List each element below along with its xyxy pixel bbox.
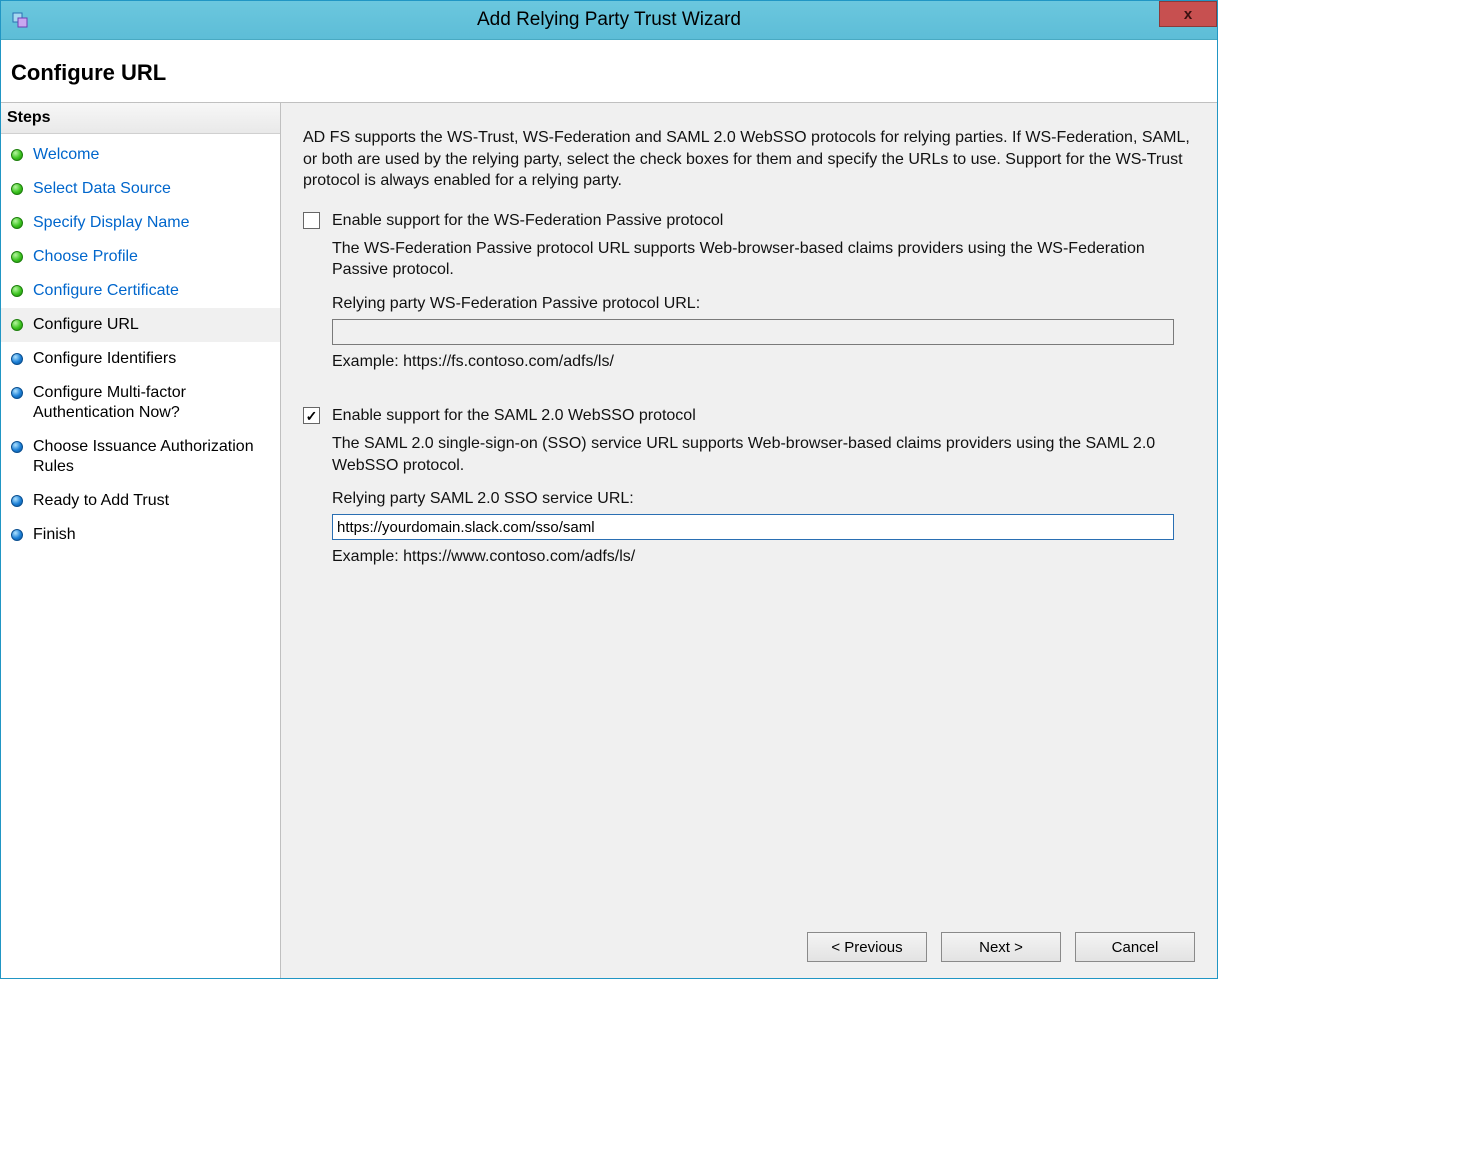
wsfed-checkbox[interactable] <box>303 212 320 229</box>
steps-header: Steps <box>1 103 280 134</box>
wizard-buttons: < Previous Next > Cancel <box>303 922 1195 962</box>
wsfed-section: Enable support for the WS-Federation Pas… <box>303 212 1195 371</box>
step-configure-certificate[interactable]: Configure Certificate <box>1 274 280 308</box>
step-specify-display-name[interactable]: Specify Display Name <box>1 206 280 240</box>
step-label: Welcome <box>33 145 99 165</box>
step-bullet-icon <box>11 183 23 195</box>
wizard-body: Steps Welcome Select Data Source Specify… <box>1 103 1217 978</box>
wsfed-url-label: Relying party WS-Federation Passive prot… <box>332 295 1195 313</box>
app-icon <box>11 11 29 29</box>
step-configure-url[interactable]: Configure URL <box>1 308 280 342</box>
steps-sidebar: Steps Welcome Select Data Source Specify… <box>1 103 281 978</box>
wsfed-url-input[interactable] <box>332 319 1174 345</box>
wsfed-checkbox-label: Enable support for the WS-Federation Pas… <box>332 212 723 230</box>
saml-checkbox-label: Enable support for the SAML 2.0 WebSSO p… <box>332 407 696 425</box>
step-bullet-icon <box>11 149 23 161</box>
step-bullet-icon <box>11 251 23 263</box>
page-heading: Configure URL <box>1 40 1217 103</box>
step-ready-to-add-trust[interactable]: Ready to Add Trust <box>1 484 280 518</box>
saml-example: Example: https://www.contoso.com/adfs/ls… <box>332 548 1195 566</box>
step-label: Configure Identifiers <box>33 349 176 369</box>
saml-url-input[interactable] <box>332 514 1174 540</box>
window-title: Add Relying Party Trust Wizard <box>1 9 1217 31</box>
step-configure-identifiers[interactable]: Configure Identifiers <box>1 342 280 376</box>
step-bullet-icon <box>11 285 23 297</box>
previous-button[interactable]: < Previous <box>807 932 927 962</box>
step-bullet-icon <box>11 319 23 331</box>
saml-section: Enable support for the SAML 2.0 WebSSO p… <box>303 407 1195 566</box>
close-button[interactable]: x <box>1159 1 1217 27</box>
step-bullet-icon <box>11 387 23 399</box>
next-button[interactable]: Next > <box>941 932 1061 962</box>
step-label: Ready to Add Trust <box>33 491 169 511</box>
saml-checkbox[interactable] <box>303 407 320 424</box>
step-bullet-icon <box>11 353 23 365</box>
saml-checkbox-row[interactable]: Enable support for the SAML 2.0 WebSSO p… <box>303 407 1195 425</box>
step-bullet-icon <box>11 495 23 507</box>
title-bar: Add Relying Party Trust Wizard x <box>1 1 1217 40</box>
step-bullet-icon <box>11 441 23 453</box>
wsfed-desc: The WS-Federation Passive protocol URL s… <box>332 238 1195 281</box>
step-bullet-icon <box>11 217 23 229</box>
step-label: Specify Display Name <box>33 213 190 233</box>
step-label: Configure URL <box>33 315 139 335</box>
step-label: Configure Multi-factor Authentication No… <box>33 383 270 423</box>
close-icon: x <box>1184 6 1192 23</box>
wsfed-example: Example: https://fs.contoso.com/adfs/ls/ <box>332 353 1195 371</box>
step-label: Select Data Source <box>33 179 171 199</box>
step-label: Configure Certificate <box>33 281 179 301</box>
step-select-data-source[interactable]: Select Data Source <box>1 172 280 206</box>
cancel-button[interactable]: Cancel <box>1075 932 1195 962</box>
steps-list: Welcome Select Data Source Specify Displ… <box>1 134 280 552</box>
step-choose-issuance-auth-rules[interactable]: Choose Issuance Authorization Rules <box>1 430 280 484</box>
main-panel: AD FS supports the WS-Trust, WS-Federati… <box>281 103 1217 978</box>
step-label: Choose Profile <box>33 247 138 267</box>
intro-text: AD FS supports the WS-Trust, WS-Federati… <box>303 127 1195 192</box>
wsfed-checkbox-row[interactable]: Enable support for the WS-Federation Pas… <box>303 212 1195 230</box>
step-welcome[interactable]: Welcome <box>1 138 280 172</box>
step-bullet-icon <box>11 529 23 541</box>
step-configure-mfa[interactable]: Configure Multi-factor Authentication No… <box>1 376 280 430</box>
saml-desc: The SAML 2.0 single-sign-on (SSO) servic… <box>332 433 1195 476</box>
step-finish[interactable]: Finish <box>1 518 280 552</box>
step-label: Finish <box>33 525 76 545</box>
saml-url-label: Relying party SAML 2.0 SSO service URL: <box>332 490 1195 508</box>
wizard-window: Add Relying Party Trust Wizard x Configu… <box>0 0 1218 979</box>
step-label: Choose Issuance Authorization Rules <box>33 437 270 477</box>
step-choose-profile[interactable]: Choose Profile <box>1 240 280 274</box>
